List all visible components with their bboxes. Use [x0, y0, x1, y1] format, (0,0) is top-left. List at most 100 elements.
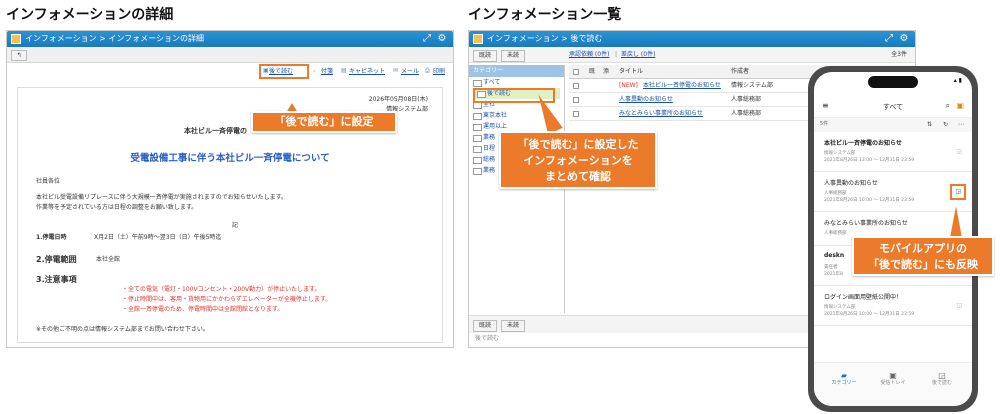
gear-icon[interactable]: ⚙ — [436, 33, 448, 45]
row-checkbox[interactable] — [573, 111, 579, 117]
doc-s2-label: 2.停電範囲 — [36, 255, 77, 264]
nav-inbox[interactable]: ▣ 受信トレイ — [872, 371, 914, 387]
category-all[interactable]: すべて — [469, 77, 564, 88]
item-sub-1: 情報システム部 — [824, 151, 856, 156]
read-later-toggle-icon[interactable]: ◲ — [956, 148, 962, 156]
mobile-callout-line-2: 「後で読む」にも反映 — [868, 258, 978, 271]
list-item[interactable]: ログイン画面用壁紙公開中！ 情報システム部 2021年8月26日 10:00 ～… — [814, 286, 972, 326]
detail-window: インフォメーション > インフォメーションの詳細 ⤢ ⚙ ↰ 後で読む ▣ ‹ … — [6, 30, 454, 348]
footer-read-later: 後で読む — [475, 335, 500, 342]
search-icon[interactable]: ⌕ — [946, 101, 950, 111]
list-count: 全3件 — [891, 51, 907, 58]
sticky-link[interactable]: 付箋 — [321, 68, 333, 76]
row-title[interactable]: 本社ビル一斉停電のお知らせ — [643, 79, 721, 93]
mark-read-button[interactable]: 既読 — [473, 50, 497, 62]
status-icons: ▴ ▮ — [953, 77, 962, 84]
list-window-title: インフォメーション > 後で読む — [487, 34, 603, 43]
phone-callout-arrow — [950, 206, 962, 238]
cabinet-link[interactable]: キャビネット — [349, 68, 385, 76]
print-link[interactable]: 印刷 — [433, 68, 445, 76]
left-heading: インフォメーションの詳細 — [6, 7, 174, 23]
doc-s2-value: 本社全館 — [96, 256, 121, 263]
sent-back-link[interactable]: 差戻し (0件) — [621, 51, 655, 59]
item-sub-1: 責任者 — [824, 265, 838, 270]
item-sub-2: 2021年8 — [824, 272, 843, 277]
detail-window-title: インフォメーション > インフォメーションの詳細 — [25, 34, 204, 43]
cabinet-icon: ▤ — [341, 67, 347, 74]
more-icon[interactable]: ⋯ — [958, 121, 964, 129]
nav-category[interactable]: ▰ カテゴリー — [824, 371, 864, 387]
select-all-checkbox[interactable] — [573, 69, 579, 75]
sort-icon[interactable]: ⇅ — [927, 121, 932, 129]
item-title: 本社ビル一斉停電のお知らせ — [824, 140, 902, 147]
list-toolbar: 既読 未読 承認依頼 (0件) | 差戻し (0件) 全3件 — [469, 47, 915, 63]
row-author: 人事総務部 — [731, 96, 762, 103]
chat-icon[interactable]: ▣ — [956, 101, 964, 110]
mark-read-button-bottom[interactable]: 既読 — [473, 320, 497, 332]
doc-s1-label: 1.停電日時 — [36, 234, 67, 241]
mark-unread-button-bottom[interactable]: 未読 — [501, 320, 525, 332]
doc-ki: 記 — [232, 222, 239, 229]
doc-s3-label: 3.注意事項 — [36, 275, 77, 284]
doc-title: 受電設備工事に伴う本社ビル一斉停電について — [130, 153, 330, 164]
item-sub-2: 2021年8月26日 10:00 ～ 12月31日 23:59 — [824, 312, 915, 317]
row-checkbox[interactable] — [573, 97, 579, 103]
row-title[interactable]: 人事異動のお知らせ — [619, 93, 673, 107]
phone-notch — [868, 76, 918, 88]
doc-note-3: ・全館一斉停電のため、停電時間中は全館閉館となります。 — [122, 306, 284, 313]
back-button[interactable]: ↰ — [11, 50, 27, 61]
expand-icon[interactable]: ⤢ — [421, 33, 433, 45]
mid-heading: インフォメーション一覧 — [468, 7, 622, 23]
read-later-link[interactable]: 後で読む — [269, 68, 293, 76]
read-later-toggle-icon[interactable]: ◲ — [956, 302, 962, 310]
mobile-callout-line-1: モバイルアプリの — [879, 242, 967, 255]
doc-footer: ※その他ご不明の点は情報システム部までお問い合わせ下さい。 — [36, 326, 209, 333]
doc-note-2: ・停止時間中は、客用・貨物用にかかわらずエレベーターが全機停止します。 — [122, 296, 332, 303]
mobile-callout: モバイルアプリの 「後で読む」にも反映 — [852, 236, 994, 276]
mail-link[interactable]: メール — [401, 68, 419, 76]
expand-icon[interactable]: ⤢ — [883, 33, 895, 45]
row-checkbox[interactable] — [573, 83, 579, 89]
doc-date: 2026年05月08日(木) — [368, 96, 428, 103]
category-header: カテゴリー — [469, 65, 564, 77]
action-bar: 後で読む ▣ ‹ 付箋 ▤ キャビネット ✉ メール ⎙ 印刷 — [7, 63, 453, 81]
item-title: ログイン画面用壁紙公開中！ — [824, 294, 903, 301]
callout-line-3: まとめて確認 — [545, 170, 611, 183]
doc-org: 本社ビル一斉停電の — [184, 127, 247, 135]
list-item[interactable]: 本社ビル一斉停電のお知らせ 情報システム部 2021年8月26日 13:00 ～… — [814, 132, 972, 172]
bookmark-icon: ◲ — [938, 371, 946, 380]
col-author-header[interactable]: 作成者 — [731, 65, 749, 79]
phone-count: 5件 — [820, 121, 829, 127]
refresh-icon[interactable]: ↻ — [943, 121, 948, 129]
row-author: 人事総務部 — [731, 110, 762, 117]
mark-unread-button[interactable]: 未読 — [501, 50, 525, 62]
gear-icon[interactable]: ⚙ — [898, 33, 910, 45]
item-sub-2: 2021年8月26日 13:00 ～ 12月31日 23:59 — [824, 158, 915, 163]
nav-read-later-label: 後で読む — [931, 380, 952, 386]
col-title-header[interactable]: タイトル — [619, 65, 643, 79]
doc-to: 社員各位 — [36, 178, 61, 185]
app-icon — [473, 34, 483, 44]
read-later-toggle-icon[interactable]: ◲ — [955, 188, 961, 196]
item-sub-1: 人事総務部 — [824, 191, 847, 196]
nav-read-later[interactable]: ◲ 後で読む — [922, 371, 962, 387]
callout-line-2: インフォメーションを — [523, 154, 633, 167]
detail-titlebar: インフォメーション > インフォメーションの詳細 ⤢ ⚙ — [7, 31, 453, 47]
tab-separator: | — [615, 51, 618, 58]
pending-link[interactable]: 承認依頼 (0件) — [569, 51, 609, 59]
item-sub-2: 2021年8月26日 10:00 ～ 12月31日 23:59 — [824, 198, 915, 203]
doc-body-2: 作業等を予定されている方は日程の調整をお願い致します。 — [36, 204, 198, 211]
item-sub-1: 人事総務部 — [824, 231, 847, 236]
item-title: みなとみらい事業所のお知らせ — [824, 220, 908, 227]
item-sub-1: 情報システム部 — [824, 305, 856, 310]
nav-inbox-label: 受信トレイ — [880, 380, 906, 386]
inbox-icon: ▣ — [889, 371, 897, 380]
row-title[interactable]: みなとみらい事業所のお知らせ — [619, 107, 703, 121]
item-title: 人事異動のお知らせ — [824, 180, 878, 187]
col-read-header: 既 — [589, 68, 596, 75]
read-later-callout: 「後で読む」に設定 — [251, 111, 397, 133]
mail-icon: ✉ — [393, 67, 399, 74]
new-badge: [NEW] — [619, 82, 638, 89]
list-item[interactable]: 人事異動のお知らせ 人事総務部 2021年8月26日 10:00 ～ 12月31… — [814, 172, 972, 212]
back-bar: ↰ — [7, 47, 453, 63]
